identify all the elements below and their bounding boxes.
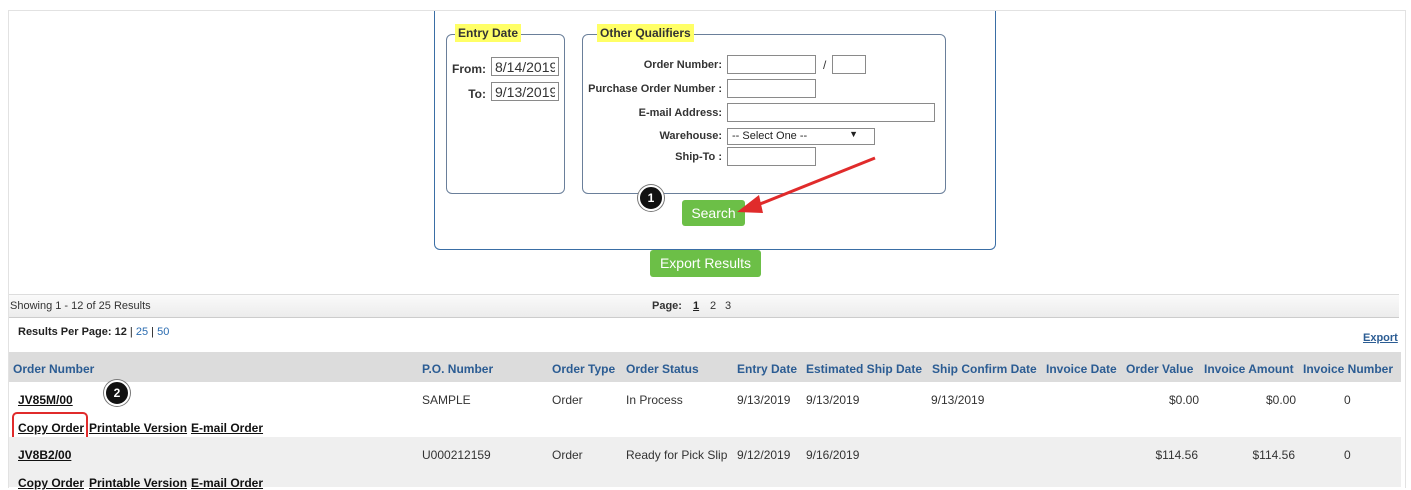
email-input[interactable] bbox=[727, 103, 935, 122]
col-order-status[interactable]: Order Status bbox=[626, 362, 699, 376]
page-link-1[interactable]: 1 bbox=[693, 300, 699, 312]
email-order-link[interactable]: E-mail Order bbox=[191, 421, 263, 435]
export-link[interactable]: Export bbox=[1363, 332, 1398, 344]
order-value-cell: $114.56 bbox=[1155, 448, 1199, 462]
ship-confirm-date-cell: 9/13/2019 bbox=[931, 393, 985, 407]
warehouse-select[interactable]: -- Select One -- ▼ bbox=[727, 128, 875, 145]
to-label: To: bbox=[468, 87, 486, 101]
po-number-cell: U000212159 bbox=[422, 448, 491, 462]
from-label: From: bbox=[452, 62, 486, 76]
col-est-ship-date[interactable]: Estimated Ship Date bbox=[806, 362, 922, 376]
page-label: Page: bbox=[652, 300, 682, 312]
dropdown-arrow-icon: ▼ bbox=[849, 129, 858, 139]
to-date-input[interactable] bbox=[491, 82, 559, 101]
ship-to-label: Ship-To : bbox=[675, 151, 722, 163]
callout-1: 1 bbox=[638, 185, 664, 211]
invoice-number-cell: 0 bbox=[1344, 448, 1351, 462]
order-suffix-input[interactable] bbox=[832, 55, 866, 74]
order-type-cell: Order bbox=[552, 393, 583, 407]
other-qualifiers-legend: Other Qualifiers bbox=[597, 24, 694, 42]
page-link-2[interactable]: 2 bbox=[710, 300, 716, 312]
est-ship-date-cell: 9/13/2019 bbox=[806, 393, 860, 407]
po-number-input[interactable] bbox=[727, 79, 816, 98]
printable-version-link[interactable]: Printable Version bbox=[89, 476, 187, 490]
col-ship-confirm-date[interactable]: Ship Confirm Date bbox=[932, 362, 1037, 376]
per-page-current: 12 bbox=[114, 326, 127, 338]
page-link-3[interactable]: 3 bbox=[725, 300, 731, 312]
col-invoice-number[interactable]: Invoice Number bbox=[1303, 362, 1393, 376]
per-page-separator: | bbox=[129, 326, 133, 338]
email-label: E-mail Address: bbox=[638, 107, 722, 119]
order-status-cell: In Process bbox=[626, 393, 683, 407]
invoice-amount-cell: $0.00 bbox=[1265, 393, 1296, 407]
order-type-cell: Order bbox=[552, 448, 583, 462]
email-order-link[interactable]: E-mail Order bbox=[191, 476, 263, 490]
order-number-label: Order Number: bbox=[643, 59, 722, 71]
search-panel: Entry Date From: To: Other Qualifiers Or… bbox=[434, 11, 996, 250]
entry-date-cell: 9/12/2019 bbox=[737, 448, 791, 462]
content-frame: Entry Date From: To: Other Qualifiers Or… bbox=[8, 10, 1406, 488]
po-number-label: Purchase Order Number : bbox=[588, 83, 722, 95]
order-number-link[interactable]: JV85M/00 bbox=[18, 393, 73, 407]
warehouse-selected-value: -- Select One -- bbox=[732, 130, 808, 142]
callout-2: 2 bbox=[104, 380, 130, 406]
col-invoice-amount[interactable]: Invoice Amount bbox=[1204, 362, 1294, 376]
order-number-separator: / bbox=[823, 58, 827, 72]
from-date-input[interactable] bbox=[491, 57, 559, 76]
order-value-cell: $0.00 bbox=[1168, 393, 1199, 407]
est-ship-date-cell: 9/16/2019 bbox=[806, 448, 860, 462]
annotation-arrow bbox=[737, 156, 876, 213]
printable-version-link[interactable]: Printable Version bbox=[89, 421, 187, 435]
order-number-link[interactable]: JV8B2/00 bbox=[18, 448, 71, 462]
entry-date-group: Entry Date From: To: bbox=[446, 24, 565, 194]
entry-date-legend: Entry Date bbox=[455, 24, 522, 42]
invoice-number-cell: 0 bbox=[1344, 393, 1351, 407]
results-per-page: Results Per Page: 12 | 25 | 50 bbox=[18, 326, 169, 338]
col-order-type[interactable]: Order Type bbox=[552, 362, 615, 376]
copy-order-link[interactable]: Copy Order bbox=[18, 476, 84, 490]
order-number-input[interactable] bbox=[727, 55, 816, 74]
po-number-cell: SAMPLE bbox=[422, 393, 471, 407]
results-bar: Showing 1 - 12 of 25 Results Page: 1 2 3 bbox=[9, 294, 1399, 318]
per-page-separator: | bbox=[151, 326, 155, 338]
entry-date-cell: 9/13/2019 bbox=[737, 393, 791, 407]
per-page-label: Results Per Page: bbox=[18, 326, 112, 338]
col-order-value[interactable]: Order Value bbox=[1126, 362, 1193, 376]
order-status-cell: Ready for Pick Slip bbox=[626, 448, 728, 462]
showing-results-text: Showing 1 - 12 of 25 Results bbox=[10, 300, 151, 312]
invoice-amount-cell: $114.56 bbox=[1252, 448, 1296, 462]
per-page-50-link[interactable]: 50 bbox=[157, 326, 169, 338]
warehouse-label: Warehouse: bbox=[659, 130, 722, 142]
per-page-25-link[interactable]: 25 bbox=[136, 326, 148, 338]
col-po-number[interactable]: P.O. Number bbox=[422, 362, 493, 376]
col-invoice-date[interactable]: Invoice Date bbox=[1046, 362, 1117, 376]
table-header: Order Number P.O. Number Order Type Orde… bbox=[9, 352, 1401, 382]
col-order-number[interactable]: Order Number bbox=[13, 362, 94, 376]
col-entry-date[interactable]: Entry Date bbox=[737, 362, 797, 376]
export-results-button[interactable]: Export Results bbox=[650, 250, 761, 277]
table-row: JV8B2/00 U000212159 Order Ready for Pick… bbox=[9, 437, 1401, 490]
